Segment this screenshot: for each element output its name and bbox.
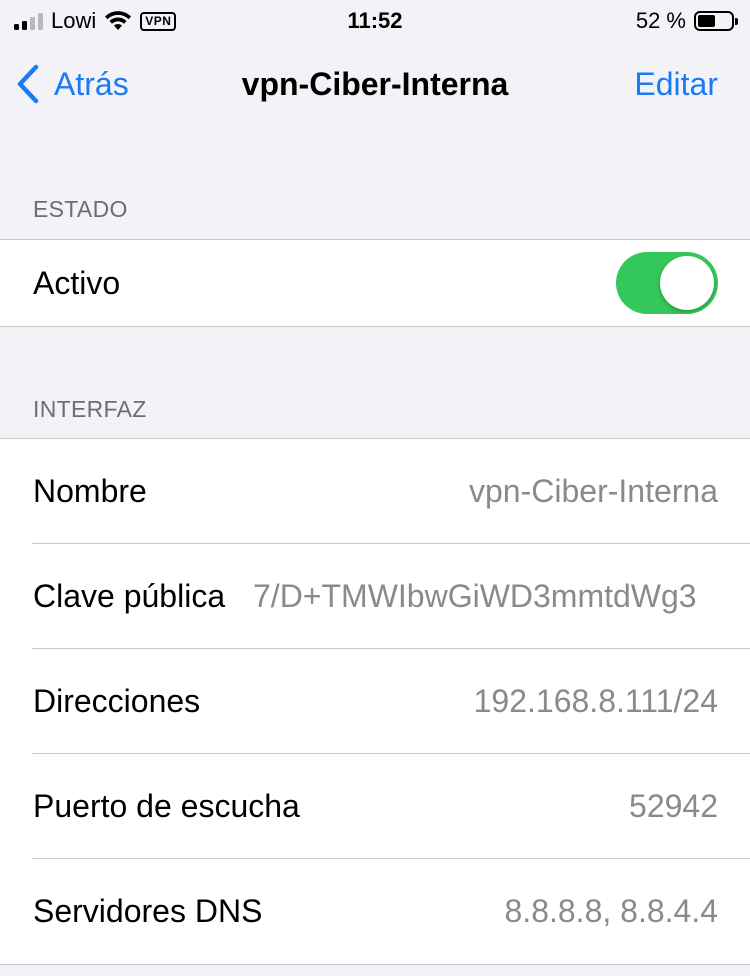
navigation-bar: Atrás vpn-Ciber-Interna Editar bbox=[0, 44, 750, 124]
row-direcciones[interactable]: Direcciones 192.168.8.111/24 bbox=[0, 649, 750, 754]
row-activo: Activo bbox=[0, 240, 750, 326]
row-label: Activo bbox=[33, 264, 121, 301]
status-bar: Lowi VPN 11:52 52 % bbox=[0, 0, 750, 44]
row-nombre[interactable]: Nombre vpn-Ciber-Interna bbox=[0, 439, 750, 544]
status-bar-right: 52 % bbox=[635, 8, 738, 34]
row-label: Nombre bbox=[33, 473, 147, 509]
estado-group: Activo bbox=[0, 239, 750, 327]
row-puerto-escucha[interactable]: Puerto de escucha 52942 bbox=[0, 754, 750, 859]
row-value: 52942 bbox=[629, 788, 718, 824]
row-value: 192.168.8.111/24 bbox=[473, 683, 718, 719]
row-clave-publica[interactable]: Clave pública 7/D+TMWIbwGiWD3mmtdWg3 bbox=[0, 544, 750, 649]
active-toggle[interactable] bbox=[616, 252, 718, 314]
row-label: Clave pública bbox=[33, 578, 226, 614]
section-header-estado: ESTADO bbox=[33, 196, 128, 222]
row-value: vpn-Ciber-Interna bbox=[469, 473, 718, 509]
section-header-interfaz: INTERFAZ bbox=[33, 396, 147, 422]
battery-percentage: 52 % bbox=[635, 8, 686, 33]
row-value: 8.8.8.8, 8.8.4.4 bbox=[504, 893, 719, 929]
toggle-knob bbox=[660, 256, 714, 310]
row-label: Direcciones bbox=[33, 683, 201, 719]
row-value: 7/D+TMWIbwGiWD3mmtdWg3 bbox=[253, 578, 697, 614]
edit-button[interactable]: Editar bbox=[634, 66, 718, 103]
battery-icon bbox=[694, 11, 738, 31]
interfaz-group: Nombre vpn-Ciber-Interna Clave pública 7… bbox=[0, 438, 750, 965]
battery-fill bbox=[698, 15, 715, 27]
row-label: Servidores DNS bbox=[33, 893, 263, 929]
row-servidores-dns[interactable]: Servidores DNS 8.8.8.8, 8.8.4.4 bbox=[0, 859, 750, 964]
row-label: Puerto de escucha bbox=[33, 788, 300, 824]
